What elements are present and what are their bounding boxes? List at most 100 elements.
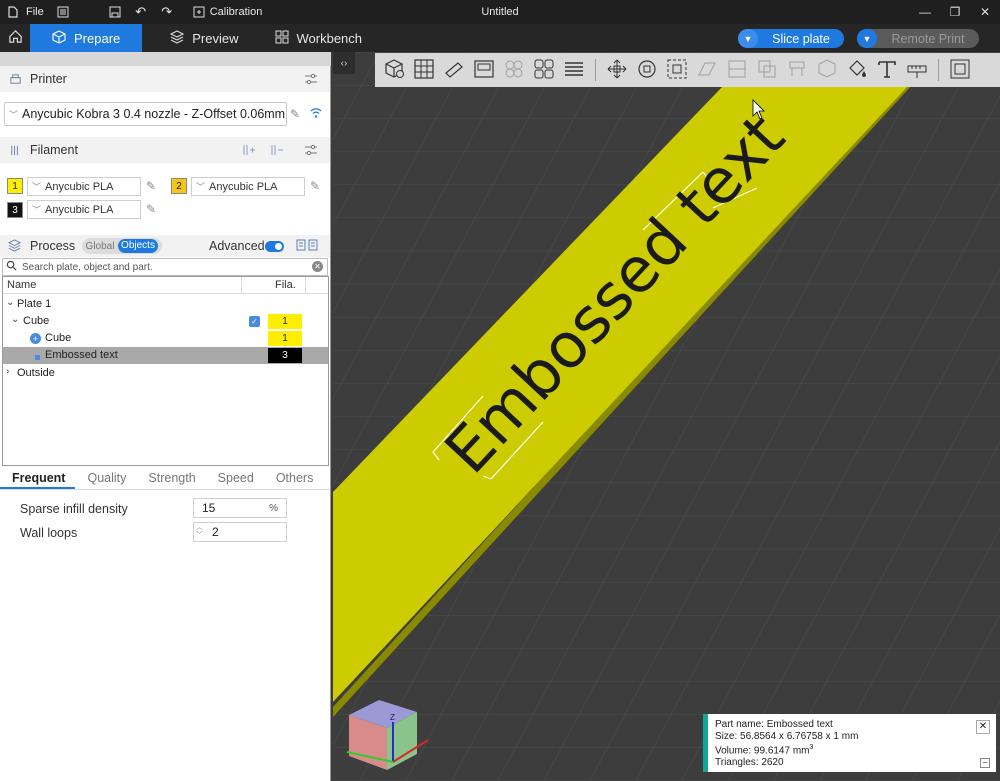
support-paint-tool[interactable] [784,57,810,83]
tab-others[interactable]: Others [264,468,324,489]
chevron-down-icon[interactable]: ▼ [857,29,877,48]
undo-button[interactable]: ↶ [128,0,154,24]
main-nav: Prepare Preview Workbench [0,24,1000,52]
tab-preview[interactable]: Preview [152,24,256,52]
close-icon[interactable]: ✕ [976,720,990,734]
column-fila[interactable]: Fila. [275,279,296,291]
file-menu[interactable]: File [0,0,50,24]
tree-row-object[interactable]: ⌄ Cube ✓ 1 [3,313,328,330]
assembly-view-button[interactable] [947,57,973,83]
advanced-toggle[interactable] [265,241,284,252]
filament-swatch-3[interactable]: 3 [7,202,23,218]
compare-icon[interactable] [296,239,320,256]
split-button[interactable] [501,57,527,83]
edit-icon[interactable]: ✎ [146,202,156,216]
color-paint-tool[interactable] [844,57,870,83]
column-name[interactable]: Name [7,279,36,291]
tab-prepare[interactable]: Prepare [30,24,143,52]
filament-badge[interactable]: 1 [268,314,302,329]
split-parts-button[interactable] [531,57,557,83]
printer-select[interactable]: ﹀ Anycubic Kobra 3 0.4 nozzle - Z-Offset… [4,102,287,126]
restore-button[interactable]: ❐ [940,0,970,24]
support-icon [786,58,808,83]
part-name: Part name: Embossed text [715,719,833,730]
edit-icon[interactable]: ✎ [146,179,156,193]
notes-button[interactable] [50,0,76,24]
tab-frequent[interactable]: Frequent [0,468,76,489]
cut-tool[interactable] [724,57,750,83]
stepper-arrows-icon[interactable]: ︿ ﹀ [196,524,203,540]
wall-loops-stepper[interactable]: ︿ ﹀ 2 [193,522,287,542]
filament-select-1[interactable]: ﹀ Anycubic PLA [27,177,141,196]
tab-quality[interactable]: Quality [75,468,136,489]
checkbox[interactable]: ✓ [249,316,260,327]
move-tool[interactable] [604,57,630,83]
filament-select-2[interactable]: ﹀ Anycubic PLA [191,177,305,196]
chevron-right-icon[interactable]: › [6,366,9,377]
seam-tool[interactable] [814,57,840,83]
slice-plate-button[interactable]: ▼ Slice plate [738,29,844,48]
tab-workbench[interactable]: Workbench [257,24,381,52]
lay-on-face-tool[interactable] [694,57,720,83]
settings-icon[interactable] [304,72,318,89]
redo-button[interactable]: ↷ [154,0,180,24]
viewport-scene[interactable]: Embossed text Z [333,52,1000,781]
add-plate-button[interactable] [411,57,437,83]
edit-icon[interactable]: ✎ [310,179,320,193]
edit-icon[interactable]: ✎ [290,107,300,121]
infill-density-input[interactable]: 15 % [193,498,287,518]
collapse-sidebar-button[interactable]: ‹› [333,52,355,74]
add-filament-icon[interactable] [242,143,256,160]
chevron-down-icon[interactable]: ▼ [738,29,758,48]
tab-speed[interactable]: Speed [206,468,264,489]
grid-icon [413,58,435,83]
home-button[interactable] [0,24,30,52]
part-icon: + [30,333,41,344]
boolean-tool[interactable] [754,57,780,83]
process-scope-toggle[interactable]: Global Objects [82,238,162,254]
filament-badge[interactable]: 1 [268,331,302,346]
scope-global-option[interactable]: Global [82,241,118,252]
printer-icon [8,72,22,86]
sidebar-scrollbar[interactable] [0,52,331,66]
filament-badge[interactable]: 3 [268,348,302,363]
list-icon [56,5,70,19]
filament-swatch-1[interactable]: 1 [7,178,23,194]
search-input[interactable]: Search plate, object and part. ✕ [2,258,328,276]
tab-strength[interactable]: Strength [136,468,205,489]
filament-swatch-2[interactable]: 2 [171,178,187,194]
scale-icon [666,58,688,83]
tree-row-embossed[interactable]: Embossed text 3 [3,347,328,364]
minimize-button[interactable]: — [910,0,940,24]
chevron-down-icon[interactable]: ⌄ [11,314,19,325]
settings-icon[interactable] [304,143,318,160]
add-part-button[interactable] [381,57,407,83]
measure-tool[interactable] [904,57,930,83]
scope-objects-option[interactable]: Objects [118,239,158,253]
remote-print-button[interactable]: ▼ Remote Print [857,29,979,48]
arrange-button[interactable] [471,57,497,83]
filament-select-3[interactable]: ﹀ Anycubic PLA [27,200,141,219]
tree-row-plate[interactable]: ⌄ Plate 1 [3,296,328,313]
text-tool[interactable] [874,57,900,83]
layers-button[interactable] [561,57,587,83]
file-icon [6,5,20,19]
wifi-icon[interactable] [309,106,323,123]
minimize-icon[interactable]: – [980,758,990,768]
tree-row-part[interactable]: + Cube 1 [3,330,328,347]
auto-orient-button[interactable] [441,57,467,83]
calibration-menu[interactable]: Calibration [186,0,269,24]
chevron-down-icon[interactable]: ⌄ [6,297,14,308]
remove-filament-icon[interactable] [270,143,284,160]
scale-tool[interactable] [664,57,690,83]
clear-search-icon[interactable]: ✕ [312,261,323,272]
3d-viewport[interactable]: Embossed text Z [333,52,1000,781]
rotate-tool[interactable] [634,57,660,83]
close-window-button[interactable]: ✕ [970,0,1000,24]
seam-icon [816,58,838,83]
stack-icon [563,58,585,83]
tree-row-label: Plate 1 [17,298,52,310]
tree-row-outside[interactable]: › Outside [3,365,328,382]
undo-icon: ↶ [135,4,147,19]
save-button[interactable] [102,0,128,24]
